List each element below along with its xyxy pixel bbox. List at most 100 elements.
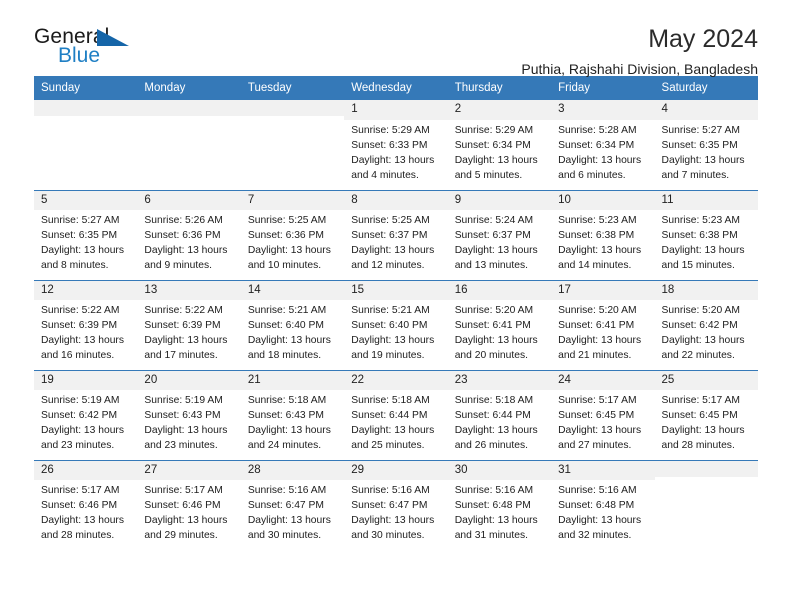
daylight-text: Daylight: 13 hours and 16 minutes. (41, 335, 124, 362)
weekday-header-wednesday: Wednesday (344, 76, 448, 100)
daylight-text: Daylight: 13 hours and 20 minutes. (454, 335, 538, 362)
sunset-text: Sunset: 6:36 PM (247, 230, 324, 242)
general-blue-logo[interactable]: General Blue (34, 26, 146, 72)
daylight-text: Daylight: 13 hours and 13 minutes. (454, 245, 538, 272)
weekday-header-thursday: Thursday (447, 76, 552, 100)
calendar-day-cell[interactable]: 25 Sunrise: 5:17 AM Sunset: 6:45 PM Dayligh… (654, 369, 758, 460)
calendar-day-cell[interactable]: 30 Sunrise: 5:16 AM Sunset: 6:48 PM Dayligh… (447, 459, 552, 550)
day-details: Sunrise: 5:24 AM Sunset: 6:37 PM Daylight:… (448, 210, 551, 273)
day-details: Sunrise: 5:21 AM Sunset: 6:40 PM Daylight:… (344, 300, 447, 363)
sunrise-text: Sunrise: 5:18 AM (247, 395, 327, 407)
calendar-day-cell[interactable]: 14 Sunrise: 5:21 AM Sunset: 6:40 PM Dayligh… (240, 279, 345, 370)
day-number: 25 (654, 370, 758, 391)
calendar-day-cell[interactable]: 28 Sunrise: 5:16 AM Sunset: 6:47 PM Dayligh… (240, 459, 345, 550)
calendar-day-cell[interactable]: 22 Sunrise: 5:18 AM Sunset: 6:44 PM Dayligh… (344, 369, 448, 460)
sunrise-text: Sunrise: 5:23 AM (661, 215, 740, 227)
calendar-day-cell[interactable]: 17 Sunrise: 5:20 AM Sunset: 6:41 PM Dayligh… (551, 279, 655, 370)
calendar-week-row: 12 Sunrise: 5:22 AM Sunset: 6:39 PM Dayligh… (34, 279, 758, 370)
day-details: Sunrise: 5:22 AM Sunset: 6:39 PM Daylight:… (137, 300, 240, 363)
day-number: 26 (34, 460, 138, 481)
calendar-day-cell[interactable]: 12 Sunrise: 5:22 AM Sunset: 6:39 PM Dayligh… (34, 279, 138, 370)
sunrise-text: Sunrise: 5:29 AM (454, 124, 534, 136)
calendar-day-cell[interactable]: 16 Sunrise: 5:20 AM Sunset: 6:41 PM Dayligh… (447, 279, 552, 370)
sunset-text: Sunset: 6:45 PM (661, 410, 738, 422)
day-number: 30 (447, 460, 552, 481)
sunset-text: Sunset: 6:44 PM (351, 410, 428, 422)
sunset-text: Sunset: 6:34 PM (454, 139, 531, 151)
daylight-text: Daylight: 13 hours and 19 minutes. (351, 335, 435, 362)
calendar-body: 1 Sunrise: 5:29 AM Sunset: 6:33 PM Daylight… (34, 100, 758, 550)
day-details: Sunrise: 5:17 AM Sunset: 6:45 PM Daylight:… (551, 390, 654, 453)
day-number: 28 (240, 460, 345, 481)
sunrise-text: Sunrise: 5:20 AM (454, 305, 534, 317)
sunset-text: Sunset: 6:39 PM (144, 320, 221, 332)
day-number: 18 (654, 280, 758, 301)
sunrise-text: Sunrise: 5:16 AM (558, 485, 637, 497)
day-number: 2 (447, 100, 552, 120)
sunset-text: Sunset: 6:42 PM (661, 320, 738, 332)
day-details: Sunrise: 5:29 AM Sunset: 6:33 PM Daylight:… (344, 120, 447, 183)
calendar-day-cell[interactable]: 5 Sunrise: 5:27 AM Sunset: 6:35 PM Daylight… (34, 189, 138, 280)
daylight-text: Daylight: 13 hours and 22 minutes. (661, 335, 745, 362)
calendar-day-cell[interactable]: 24 Sunrise: 5:17 AM Sunset: 6:45 PM Dayligh… (551, 369, 655, 460)
weekday-header-tuesday: Tuesday (240, 76, 345, 100)
sunrise-text: Sunrise: 5:22 AM (41, 305, 120, 317)
calendar-day-cell[interactable]: 9 Sunrise: 5:24 AM Sunset: 6:37 PM Daylight… (447, 189, 552, 280)
daylight-text: Daylight: 13 hours and 30 minutes. (247, 515, 331, 542)
calendar-day-cell[interactable]: 11 Sunrise: 5:23 AM Sunset: 6:38 PM Dayligh… (654, 189, 758, 280)
day-details: Sunrise: 5:18 AM Sunset: 6:44 PM Daylight:… (448, 390, 551, 453)
calendar-day-cell[interactable]: 18 Sunrise: 5:20 AM Sunset: 6:42 PM Dayligh… (654, 279, 758, 370)
sunset-text: Sunset: 6:40 PM (351, 320, 428, 332)
calendar-day-cell[interactable]: 29 Sunrise: 5:16 AM Sunset: 6:47 PM Dayligh… (344, 459, 448, 550)
day-details: Sunrise: 5:28 AM Sunset: 6:34 PM Daylight:… (551, 120, 654, 183)
day-number: 9 (447, 190, 552, 211)
calendar-day-cell[interactable]: 27 Sunrise: 5:17 AM Sunset: 6:46 PM Dayligh… (137, 459, 241, 550)
day-number: 13 (137, 280, 241, 301)
calendar-day-cell[interactable]: 6 Sunrise: 5:26 AM Sunset: 6:36 PM Daylight… (137, 189, 241, 280)
calendar-day-cell[interactable]: 3 Sunrise: 5:28 AM Sunset: 6:34 PM Daylight… (551, 100, 655, 190)
day-details: Sunrise: 5:19 AM Sunset: 6:42 PM Daylight:… (34, 390, 137, 453)
day-number: 29 (344, 460, 448, 481)
sunrise-text: Sunrise: 5:17 AM (144, 485, 223, 497)
sunrise-text: Sunrise: 5:16 AM (247, 485, 327, 497)
daylight-text: Daylight: 13 hours and 29 minutes. (144, 515, 228, 542)
calendar-day-cell[interactable]: 13 Sunrise: 5:22 AM Sunset: 6:39 PM Dayligh… (137, 279, 241, 370)
day-details: Sunrise: 5:20 AM Sunset: 6:41 PM Daylight:… (448, 300, 551, 363)
day-details: Sunrise: 5:23 AM Sunset: 6:38 PM Daylight:… (551, 210, 654, 273)
calendar-day-cell[interactable]: 23 Sunrise: 5:18 AM Sunset: 6:44 PM Dayligh… (447, 369, 552, 460)
calendar-day-cell[interactable]: 21 Sunrise: 5:18 AM Sunset: 6:43 PM Dayligh… (240, 369, 345, 460)
daylight-text: Daylight: 13 hours and 28 minutes. (41, 515, 124, 542)
logo-triangle-icon (97, 29, 129, 46)
calendar-day-cell-empty (240, 100, 345, 190)
sunset-text: Sunset: 6:41 PM (558, 320, 635, 332)
sunset-text: Sunset: 6:44 PM (454, 410, 531, 422)
calendar-day-cell[interactable]: 19 Sunrise: 5:19 AM Sunset: 6:42 PM Dayligh… (34, 369, 138, 460)
day-number: 11 (654, 190, 758, 211)
calendar-header-row: Sunday Monday Tuesday Wednesday Thursday… (34, 76, 758, 100)
calendar-day-cell[interactable]: 2 Sunrise: 5:29 AM Sunset: 6:34 PM Daylight… (447, 100, 552, 190)
calendar-day-cell[interactable]: 26 Sunrise: 5:17 AM Sunset: 6:46 PM Dayligh… (34, 459, 138, 550)
calendar-day-cell[interactable]: 7 Sunrise: 5:25 AM Sunset: 6:36 PM Daylight… (240, 189, 345, 280)
calendar-day-cell[interactable]: 10 Sunrise: 5:23 AM Sunset: 6:38 PM Dayligh… (551, 189, 655, 280)
sunset-text: Sunset: 6:37 PM (454, 230, 531, 242)
calendar-day-cell[interactable]: 31 Sunrise: 5:16 AM Sunset: 6:48 PM Dayligh… (551, 459, 655, 550)
day-number: 1 (344, 100, 448, 120)
calendar-day-cell[interactable]: 20 Sunrise: 5:19 AM Sunset: 6:43 PM Dayligh… (137, 369, 241, 460)
day-number: 31 (551, 460, 655, 481)
day-number: 17 (551, 280, 655, 301)
sunset-text: Sunset: 6:45 PM (558, 410, 635, 422)
day-details: Sunrise: 5:26 AM Sunset: 6:36 PM Daylight:… (137, 210, 240, 273)
daylight-text: Daylight: 13 hours and 9 minutes. (144, 245, 228, 272)
sunset-text: Sunset: 6:43 PM (247, 410, 324, 422)
day-number: 10 (551, 190, 655, 211)
calendar-day-cell[interactable]: 8 Sunrise: 5:25 AM Sunset: 6:37 PM Daylight… (344, 189, 448, 280)
calendar-day-cell[interactable]: 1 Sunrise: 5:29 AM Sunset: 6:33 PM Daylight… (344, 100, 448, 190)
daylight-text: Daylight: 13 hours and 27 minutes. (558, 425, 642, 452)
calendar-day-cell[interactable]: 4 Sunrise: 5:27 AM Sunset: 6:35 PM Daylight… (654, 100, 758, 190)
sunrise-text: Sunrise: 5:17 AM (558, 395, 637, 407)
day-details: Sunrise: 5:20 AM Sunset: 6:41 PM Daylight:… (551, 300, 654, 363)
daylight-text: Daylight: 13 hours and 6 minutes. (558, 154, 642, 181)
sunrise-text: Sunrise: 5:26 AM (144, 215, 223, 227)
calendar-day-cell[interactable]: 15 Sunrise: 5:21 AM Sunset: 6:40 PM Dayligh… (344, 279, 448, 370)
day-details: Sunrise: 5:25 AM Sunset: 6:37 PM Daylight:… (344, 210, 447, 273)
